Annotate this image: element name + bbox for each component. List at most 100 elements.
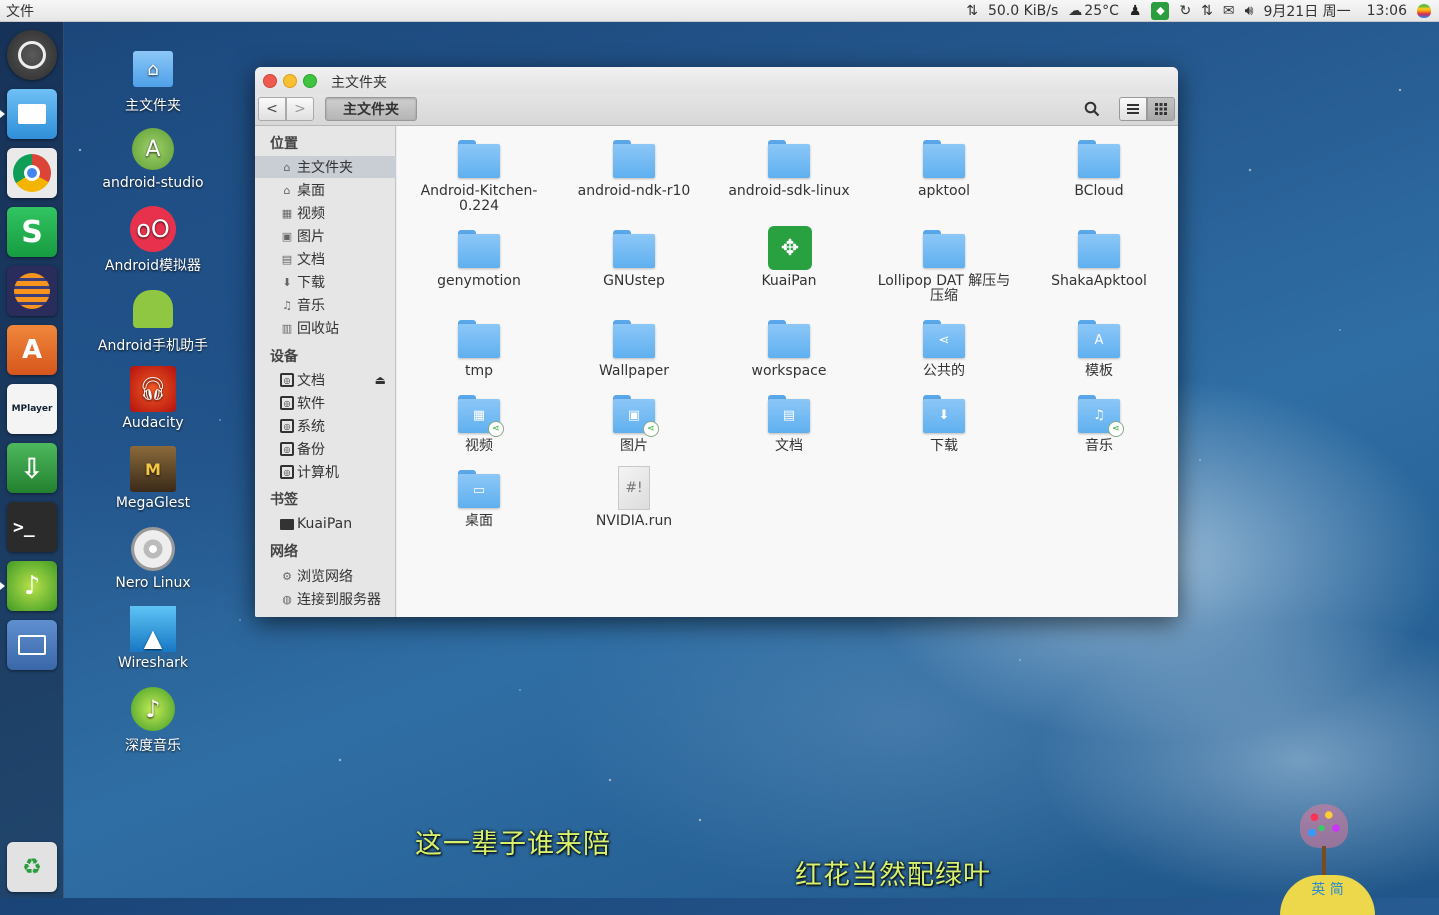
clock[interactable]: 13:06 (1367, 3, 1407, 19)
file-item[interactable]: ⬇ 下载 (869, 395, 1019, 454)
download-emblem-icon: ⬇ (938, 407, 950, 423)
window-titlebar[interactable]: 主文件夹 (255, 67, 1178, 94)
terminal-icon: >_ (13, 516, 35, 538)
desktop-icon-android-assistant[interactable]: Android手机助手 (93, 285, 213, 355)
file-item[interactable]: genymotion (404, 230, 554, 289)
file-item[interactable]: GNUstep (559, 230, 709, 289)
volume-icon[interactable]: 🔊︎ (1245, 3, 1254, 19)
chrome-launcher[interactable] (7, 148, 57, 198)
file-item[interactable]: ✥ KuaiPan (714, 226, 864, 289)
folder-icon: ♫ ⋖ (1078, 395, 1124, 437)
net-speed[interactable]: 50.0 KiB/s (988, 3, 1058, 19)
file-item[interactable]: android-ndk-r10 (559, 140, 709, 199)
network-arrows-icon[interactable]: ⇅ (966, 3, 978, 19)
workspace-switcher-launcher[interactable] (7, 620, 57, 670)
lyrics-line-2: 红花当然配绿叶 (795, 860, 991, 891)
terminal-launcher[interactable]: >_ (7, 502, 57, 552)
weather-indicator[interactable]: ☁ 25°C (1068, 3, 1119, 19)
file-item[interactable]: ▤ 文档 (714, 395, 864, 454)
desktop-icon-home[interactable]: ⌂ 主文件夹 (93, 45, 213, 115)
software-center-launcher[interactable]: A (7, 325, 57, 375)
download-manager-launcher[interactable]: ⇩ (7, 443, 57, 493)
file-item[interactable]: Wallpaper (559, 320, 709, 379)
folder-icon (458, 140, 500, 178)
files-launcher[interactable] (7, 89, 57, 139)
desktop-icon-audacity[interactable]: 🎧︎ Audacity (93, 365, 213, 431)
sidebar-section-network: 网络 (270, 544, 298, 560)
sidebar-item-drive-software[interactable]: ◎ 软件 (255, 392, 396, 414)
desktop-icon-megaglest[interactable]: M MegaGlest (93, 445, 213, 511)
search-button[interactable] (1081, 98, 1103, 120)
sidebar-item-home[interactable]: ⌂ 主文件夹 (255, 156, 396, 178)
sidebar-item-pictures[interactable]: ▣ 图片 (255, 225, 396, 247)
desktop-icon-deepin-music[interactable]: ♪ 深度音乐 (93, 685, 213, 755)
file-item[interactable]: #! NVIDIA.run (559, 466, 709, 529)
sidebar-item-videos[interactable]: ▦ 视频 (255, 202, 396, 224)
desktop-icon-android-emulator[interactable]: oO Android模拟器 (93, 205, 213, 275)
file-item[interactable]: workspace (714, 320, 864, 379)
qq-penguin-icon[interactable]: ♟ (1129, 3, 1142, 19)
sidebar-item-computer[interactable]: ◎ 计算机 (255, 461, 396, 483)
sidebar-item-drive-documents[interactable]: ◎ 文档 ⏏ (255, 369, 396, 391)
toolbar: < > 主文件夹 (255, 94, 1178, 126)
sidebar-item-drive-system[interactable]: ◎ 系统 (255, 415, 396, 437)
file-name: BCloud (1074, 183, 1124, 199)
sidebar-item-documents[interactable]: ▤ 文档 (255, 248, 396, 270)
lyrics-line-1: 这一辈子谁来陪 (415, 829, 611, 860)
back-button[interactable]: < (258, 97, 286, 121)
desktop-icon-wireshark[interactable]: ▲ Wireshark (93, 605, 213, 671)
grid-view-button[interactable] (1147, 97, 1175, 121)
mplayer-icon: MPlayer (11, 404, 53, 414)
sidebar-item-label: 文档 (297, 373, 325, 389)
close-button[interactable] (263, 74, 277, 88)
sidebar-item-desktop[interactable]: ⌂ 桌面 (255, 179, 396, 201)
input-method-widget[interactable]: 英 简 (1280, 800, 1375, 915)
forward-button[interactable]: > (286, 97, 314, 121)
file-item[interactable]: Lollipop DAT 解压与压缩 (869, 230, 1019, 304)
mplayer-launcher[interactable]: MPlayer (7, 384, 57, 434)
app-menu-title[interactable]: 文件 (0, 1, 966, 21)
desktop-icon-label: Android模拟器 (104, 258, 202, 274)
sidebar-item-music[interactable]: ♫ 音乐 (255, 294, 396, 316)
file-item[interactable]: BCloud (1024, 140, 1174, 199)
mail-icon[interactable]: ✉ (1223, 3, 1235, 19)
date-label[interactable]: 9月21日 周一 (1263, 1, 1350, 21)
sidebar-item-connect-server[interactable]: ◍ 连接到服务器 (255, 588, 396, 610)
sidebar-item-kuaipan[interactable]: KuaiPan (255, 513, 396, 535)
file-item[interactable]: ShakaApktool (1024, 230, 1174, 289)
sidebar-item-downloads[interactable]: ⬇ 下载 (255, 271, 396, 293)
file-item[interactable]: ♫ ⋖ 音乐 (1024, 395, 1174, 454)
minimize-button[interactable] (283, 74, 297, 88)
file-item[interactable]: ⋖ 公共的 (869, 320, 1019, 379)
deepin-music-launcher[interactable]: ♪ (7, 561, 57, 611)
ubuntu-dash-button[interactable] (7, 30, 57, 80)
eject-icon[interactable]: ⏏ (375, 373, 386, 387)
eclipse-launcher[interactable] (7, 266, 57, 316)
maximize-button[interactable] (303, 74, 317, 88)
file-item[interactable]: ▭ 桌面 (404, 470, 554, 529)
desktop-icon-nero[interactable]: Nero Linux (93, 525, 213, 591)
sidebar-item-browse-network[interactable]: ⚙ 浏览网络 (255, 565, 396, 587)
sidebar-item-trash[interactable]: ▥ 回收站 (255, 317, 396, 339)
file-item[interactable]: ▦ ⋖ 视频 (404, 395, 554, 454)
file-name: KuaiPan (761, 273, 817, 289)
file-item[interactable]: A 模板 (1024, 320, 1174, 379)
file-name: workspace (751, 363, 827, 379)
file-item[interactable]: tmp (404, 320, 554, 379)
desktop-icon-android-studio[interactable]: A android-studio (93, 125, 213, 191)
breadcrumb[interactable]: 主文件夹 (325, 97, 417, 121)
sync-icon[interactable]: ↻ (1179, 3, 1191, 19)
apple-logo-icon[interactable] (1417, 3, 1431, 18)
wps-spreadsheet-launcher[interactable]: S (7, 207, 57, 257)
sidebar-item-drive-backup[interactable]: ◎ 备份 (255, 438, 396, 460)
file-item[interactable]: ▣ ⋖ 图片 (559, 395, 709, 454)
trash-launcher[interactable]: ♻ (7, 842, 57, 892)
list-view-button[interactable] (1119, 97, 1147, 121)
file-item[interactable]: apktool (869, 140, 1019, 199)
ime-badge[interactable]: 英 简 (1280, 875, 1375, 915)
network-status-icon[interactable]: ⇅ (1201, 3, 1213, 19)
kuaipan-tray-icon[interactable]: ◆ (1151, 1, 1170, 20)
shared-emblem-icon: ⋖ (643, 421, 659, 437)
file-item[interactable]: android-sdk-linux (714, 140, 864, 199)
file-item[interactable]: Android-Kitchen-0.224 (404, 140, 554, 214)
